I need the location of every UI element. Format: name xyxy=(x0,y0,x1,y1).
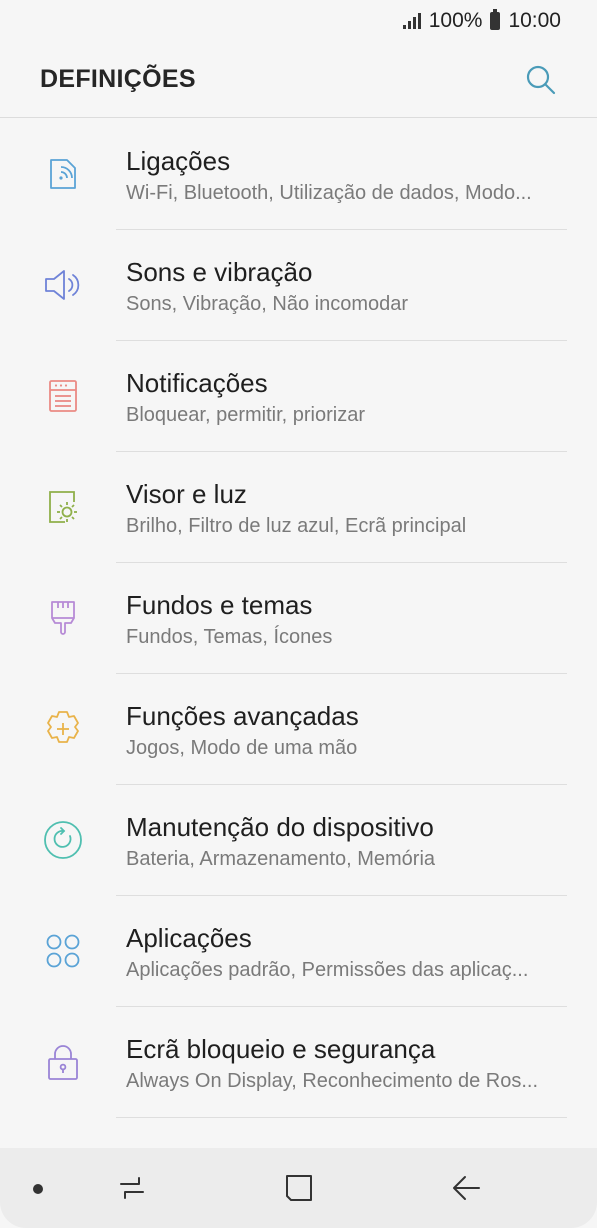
settings-item-title: Sons e vibração xyxy=(126,257,313,287)
search-button[interactable] xyxy=(521,60,561,100)
recent-apps-icon xyxy=(120,1177,144,1199)
settings-item-subtitle: Brilho, Filtro de luz azul, Ecrã princip… xyxy=(126,515,467,537)
settings-item-sounds[interactable]: Sons e vibração Sons, Vibração, Não inco… xyxy=(0,230,597,341)
settings-item-subtitle: Bateria, Armazenamento, Memória xyxy=(126,848,436,870)
speaker-icon xyxy=(40,262,86,308)
settings-item-subtitle: Fundos, Temas, Ícones xyxy=(126,626,333,648)
battery-icon xyxy=(490,9,501,30)
home-button[interactable] xyxy=(275,1164,323,1212)
navigation-bar xyxy=(0,1148,597,1228)
settings-item-subtitle: Aplicações padrão, Permissões das aplica… xyxy=(126,959,529,981)
settings-item-title: Visor e luz xyxy=(126,479,247,509)
lock-icon xyxy=(40,1039,86,1085)
recent-apps-button[interactable] xyxy=(108,1164,156,1212)
settings-item-subtitle: Bloquear, permitir, priorizar xyxy=(126,404,365,426)
settings-item-display[interactable]: Visor e luz Brilho, Filtro de luz azul, … xyxy=(0,452,597,563)
nav-indicator-dot xyxy=(33,1184,43,1194)
settings-item-lockscreen[interactable]: Ecrã bloqueio e segurança Always On Disp… xyxy=(0,1007,597,1118)
signal-icon xyxy=(402,13,421,29)
app-header: DEFINIÇÕES xyxy=(0,42,597,118)
settings-item-subtitle: Wi-Fi, Bluetooth, Utilização de dados, M… xyxy=(126,182,532,204)
settings-item-advanced[interactable]: Funções avançadas Jogos, Modo de uma mão xyxy=(0,674,597,785)
settings-item-title: Funções avançadas xyxy=(126,701,359,731)
status-bar: 100% 10:00 xyxy=(0,0,597,42)
settings-item-maintenance[interactable]: Manutenção do dispositivo Bateria, Armaz… xyxy=(0,785,597,896)
settings-item-title: Aplicações xyxy=(126,923,252,953)
clock: 10:00 xyxy=(508,9,561,32)
settings-item-title: Manutenção do dispositivo xyxy=(126,812,434,842)
settings-item-title: Fundos e temas xyxy=(126,590,313,620)
back-arrow-icon xyxy=(453,1176,480,1200)
divider xyxy=(116,1117,567,1118)
back-button[interactable] xyxy=(442,1164,490,1212)
settings-screen: 100% 10:00 DEFINIÇÕES Ligações Wi-Fi, Bl… xyxy=(0,0,597,1228)
settings-item-title: Ligações xyxy=(126,146,231,176)
apps-icon xyxy=(40,928,86,974)
settings-item-title: Notificações xyxy=(126,368,268,398)
maintenance-icon xyxy=(40,817,86,863)
home-icon xyxy=(286,1175,312,1201)
search-icon xyxy=(526,65,556,94)
notifications-icon xyxy=(40,373,86,419)
settings-item-themes[interactable]: Fundos e temas Fundos, Temas, Ícones xyxy=(0,563,597,674)
page-title: DEFINIÇÕES xyxy=(40,65,196,93)
settings-item-connections[interactable]: Ligações Wi-Fi, Bluetooth, Utilização de… xyxy=(0,119,597,230)
display-icon xyxy=(40,484,86,530)
settings-item-subtitle: Always On Display, Reconhecimento de Ros… xyxy=(126,1070,539,1092)
battery-percentage: 100% xyxy=(428,9,483,32)
settings-item-subtitle: Jogos, Modo de uma mão xyxy=(126,737,358,759)
settings-item-title: Ecrã bloqueio e segurança xyxy=(126,1034,436,1064)
connections-icon xyxy=(40,151,86,197)
settings-item-subtitle: Sons, Vibração, Não incomodar xyxy=(126,293,409,315)
gear-plus-icon xyxy=(40,706,86,752)
settings-item-apps[interactable]: Aplicações Aplicações padrão, Permissões… xyxy=(0,896,597,1007)
brush-icon xyxy=(40,595,86,641)
settings-item-notifications[interactable]: Notificações Bloquear, permitir, prioriz… xyxy=(0,341,597,452)
settings-list: Ligações Wi-Fi, Bluetooth, Utilização de… xyxy=(0,119,597,1118)
